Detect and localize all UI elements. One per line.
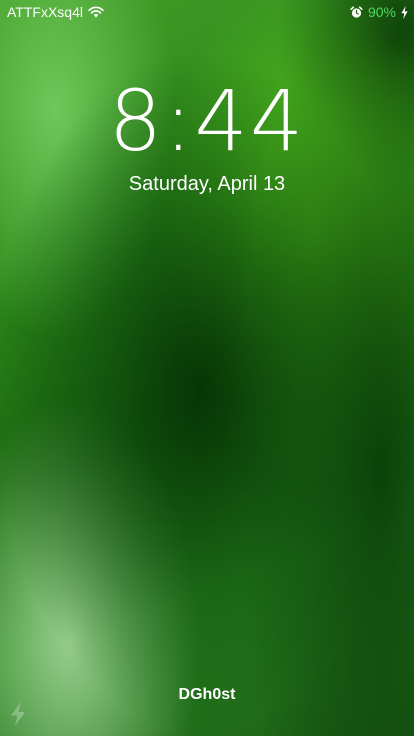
status-bar-right: 90% — [350, 4, 408, 20]
lock-screen-clock: 8:44 — [108, 72, 306, 170]
carrier-name: ATTFxXsq4l — [7, 4, 83, 20]
lock-screen-date: Saturday, April 13 — [128, 173, 286, 195]
owner-name-label: DGh0st — [178, 686, 236, 703]
battery-percentage: 90% — [367, 4, 396, 20]
charging-bolt-icon — [401, 5, 408, 19]
flashlight-bolt-icon[interactable] — [6, 700, 30, 728]
status-bar: ATTFxXsq4l 90% — [0, 0, 414, 24]
wifi-icon — [88, 6, 104, 18]
alarm-icon — [350, 5, 363, 19]
status-bar-left: ATTFxXsq4l — [7, 4, 104, 20]
